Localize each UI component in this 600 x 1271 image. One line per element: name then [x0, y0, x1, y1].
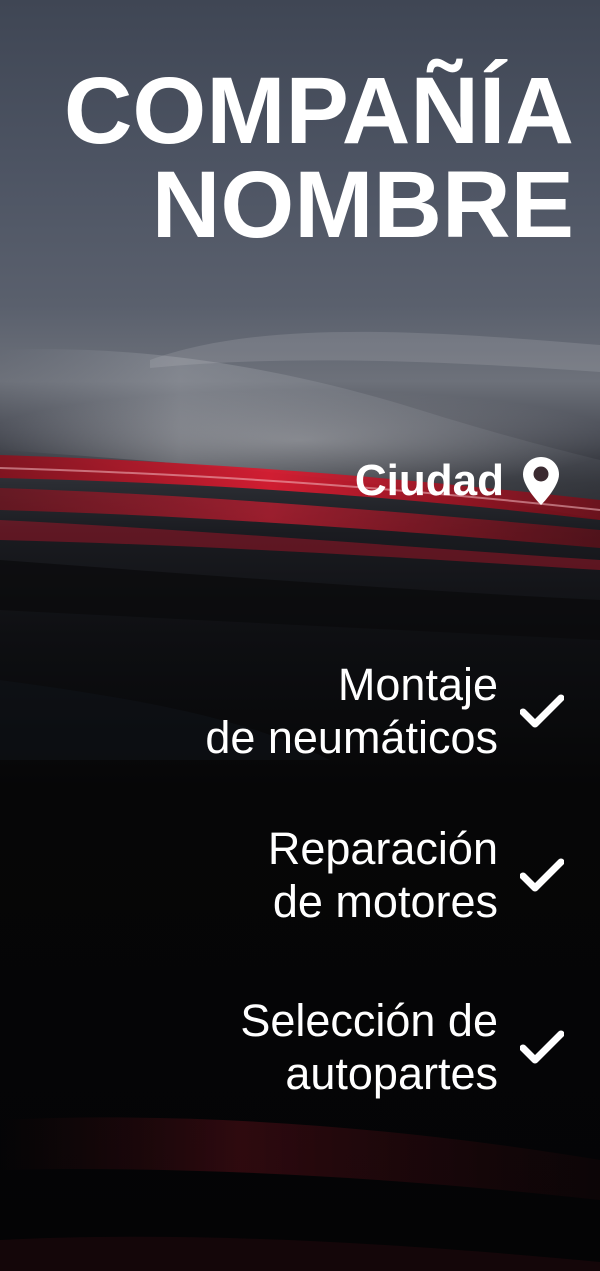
service-label-line-1: Reparación: [267, 823, 498, 874]
company-name-line-2: NOMBRE: [151, 152, 574, 258]
checkmark-icon: [520, 694, 564, 728]
city-label: Ciudad: [354, 456, 504, 505]
service-label-line-1: Montaje: [337, 659, 498, 710]
service-label-line-2: de neumáticos: [205, 712, 498, 763]
service-label: Montaje de neumáticos: [205, 658, 498, 764]
service-label-line-2: de motores: [272, 876, 498, 927]
service-item-tire-mounting: Montaje de neumáticos: [205, 658, 564, 764]
service-label-line-1: Selección de: [240, 995, 498, 1046]
location-pin-icon: [523, 457, 559, 505]
company-name-line-1: COMPAÑÍA: [63, 58, 574, 164]
company-name-title: COMPAÑÍA NOMBRE: [63, 58, 574, 258]
advertising-banner: COMPAÑÍA NOMBRE Ciudad Montaje de neumát…: [0, 0, 600, 1271]
service-item-engine-repair: Reparación de motores: [268, 822, 564, 928]
service-item-auto-parts: Selección de autopartes: [240, 994, 564, 1100]
city-location: Ciudad: [355, 453, 560, 509]
service-label-line-2: autopartes: [285, 1048, 498, 1099]
service-label: Reparación de motores: [268, 822, 498, 928]
checkmark-icon: [520, 1030, 564, 1064]
service-label: Selección de autopartes: [240, 994, 498, 1100]
checkmark-icon: [520, 858, 564, 892]
